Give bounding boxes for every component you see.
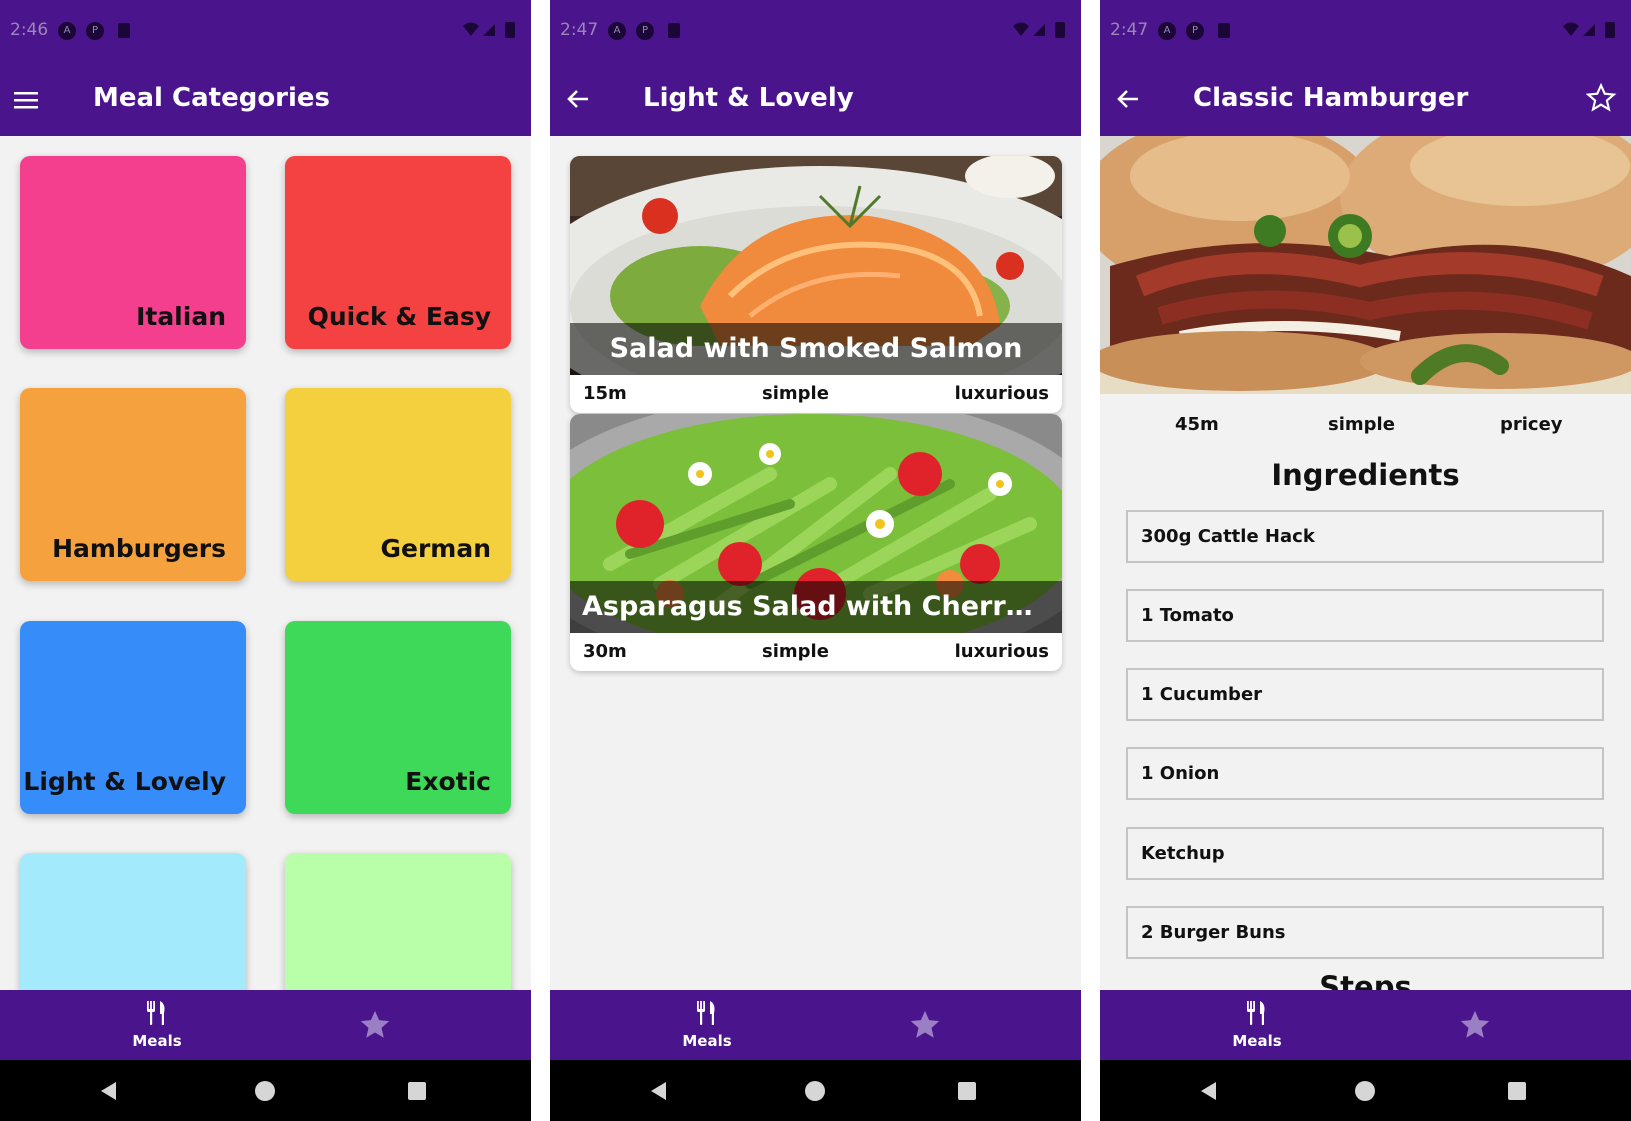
tab-meals[interactable]: Meals: [120, 1000, 194, 1050]
favorite-star-outline-icon[interactable]: [1585, 82, 1617, 114]
system-navigation-bar: [1100, 1060, 1631, 1121]
notification-icon: A: [608, 22, 626, 40]
arrow-back-icon[interactable]: [562, 84, 594, 116]
screen-meal-detail: 2:47 A P Classic Hamburger 45m simple pr…: [1100, 0, 1631, 1121]
ingredient-item: 1 Onion: [1126, 747, 1604, 800]
category-tile-quick-easy[interactable]: Quick & Easy: [285, 156, 511, 349]
meal-meta: 30m simple luxurious: [570, 633, 1062, 671]
recent-apps-icon[interactable]: [408, 1082, 426, 1100]
meal-card[interactable]: Asparagus Salad with Cherry To.. 30m sim…: [570, 414, 1062, 671]
meal-duration: 45m: [1175, 414, 1219, 435]
system-navigation-bar: [0, 1060, 531, 1121]
tab-meals[interactable]: Meals: [1220, 1000, 1294, 1050]
meal-complexity: simple: [1328, 414, 1395, 435]
category-label: Light & Lovely: [23, 767, 226, 796]
ingredient-item: 1 Tomato: [1126, 589, 1604, 642]
notification-icon: P: [636, 22, 654, 40]
signal-battery-icon: [1563, 22, 1615, 38]
category-tile-italian[interactable]: Italian: [20, 156, 246, 349]
back-triangle-icon[interactable]: [98, 1080, 120, 1102]
signal-battery-icon: [463, 22, 515, 38]
ingredient-item: 1 Cucumber: [1126, 668, 1604, 721]
notification-icon: A: [58, 22, 76, 40]
ingredients-heading: Ingredients: [1271, 458, 1460, 492]
ingredient-item: 2 Burger Buns: [1126, 906, 1604, 959]
cutlery-icon: [697, 1001, 715, 1025]
back-triangle-icon[interactable]: [648, 1080, 670, 1102]
meal-affordability: luxurious: [954, 383, 1049, 404]
recent-apps-icon[interactable]: [1508, 1082, 1526, 1100]
app-bar: Classic Hamburger: [1100, 64, 1631, 136]
tab-meals[interactable]: Meals: [670, 1000, 744, 1050]
category-tile-german[interactable]: German: [285, 388, 511, 581]
category-tile-hamburgers[interactable]: Hamburgers: [20, 388, 246, 581]
category-label: Italian: [136, 302, 226, 331]
cutlery-icon: [1247, 1001, 1265, 1025]
category-tile-exotic[interactable]: Exotic: [285, 621, 511, 814]
meal-title: Asparagus Salad with Cherry To..: [570, 581, 1062, 633]
meal-affordability: luxurious: [954, 641, 1049, 662]
cutlery-icon: [147, 1001, 165, 1025]
status-time: 2:47: [1110, 20, 1149, 40]
sd-card-icon: [118, 23, 130, 38]
page-title: Classic Hamburger: [1193, 83, 1469, 113]
tab-meals-label: Meals: [682, 1032, 732, 1050]
recent-apps-icon[interactable]: [958, 1082, 976, 1100]
tab-favorites-star-icon[interactable]: [358, 1008, 392, 1042]
ingredient-item: 300g Cattle Hack: [1126, 510, 1604, 563]
ingredient-item: Ketchup: [1126, 827, 1604, 880]
notification-icon: A: [1158, 22, 1176, 40]
app-bar: Light & Lovely: [550, 64, 1081, 136]
meal-complexity: simple: [762, 383, 829, 404]
bottom-navigation: Meals: [550, 990, 1081, 1060]
meal-affordability: pricey: [1500, 414, 1563, 435]
sd-card-icon: [668, 23, 680, 38]
category-label: Hamburgers: [52, 534, 226, 563]
category-label: Quick & Easy: [307, 302, 491, 331]
category-label: German: [380, 534, 491, 563]
system-navigation-bar: [550, 1060, 1081, 1121]
tab-meals-label: Meals: [132, 1032, 182, 1050]
status-bar: 2:46 A P: [0, 0, 531, 64]
sd-card-icon: [1218, 23, 1230, 38]
tab-meals-label: Meals: [1232, 1032, 1282, 1050]
status-time: 2:47: [560, 20, 599, 40]
category-label: Exotic: [405, 767, 491, 796]
meal-meta: 15m simple luxurious: [570, 375, 1062, 413]
status-bar: 2:47 A P: [1100, 0, 1631, 64]
meal-complexity: simple: [762, 641, 829, 662]
meal-card[interactable]: Salad with Smoked Salmon 15m simple luxu…: [570, 156, 1062, 413]
home-circle-icon[interactable]: [805, 1081, 825, 1101]
back-triangle-icon[interactable]: [1198, 1080, 1220, 1102]
app-bar: Meal Categories: [0, 64, 531, 136]
bottom-navigation: Meals: [1100, 990, 1631, 1060]
signal-battery-icon: [1013, 22, 1065, 38]
status-time: 2:46: [10, 20, 49, 40]
home-circle-icon[interactable]: [255, 1081, 275, 1101]
home-circle-icon[interactable]: [1355, 1081, 1375, 1101]
page-title: Light & Lovely: [643, 83, 854, 113]
meal-hero-image-hamburger: [1100, 136, 1631, 394]
page-title: Meal Categories: [93, 83, 331, 113]
bottom-navigation: Meals: [0, 990, 531, 1060]
meal-image-asparagus-salad: Asparagus Salad with Cherry To..: [570, 414, 1062, 633]
menu-icon[interactable]: [12, 84, 44, 116]
notification-icon: P: [1186, 22, 1204, 40]
screen-category-meals: 2:47 A P Light & Lovely Salad with Smoke…: [550, 0, 1081, 1121]
meal-image-smoked-salmon: Salad with Smoked Salmon: [570, 156, 1062, 375]
status-bar: 2:47 A P: [550, 0, 1081, 64]
screen-meal-categories: 2:46 A P Meal Categories Italian Quick &…: [0, 0, 531, 1121]
tab-favorites-star-icon[interactable]: [908, 1008, 942, 1042]
tab-favorites-star-icon[interactable]: [1458, 1008, 1492, 1042]
category-tile-light-lovely[interactable]: Light & Lovely: [20, 621, 246, 814]
arrow-back-icon[interactable]: [1112, 84, 1144, 116]
meal-title: Salad with Smoked Salmon: [570, 323, 1062, 375]
meal-duration: 15m: [583, 383, 627, 404]
notification-icon: P: [86, 22, 104, 40]
meal-duration: 30m: [583, 641, 627, 662]
